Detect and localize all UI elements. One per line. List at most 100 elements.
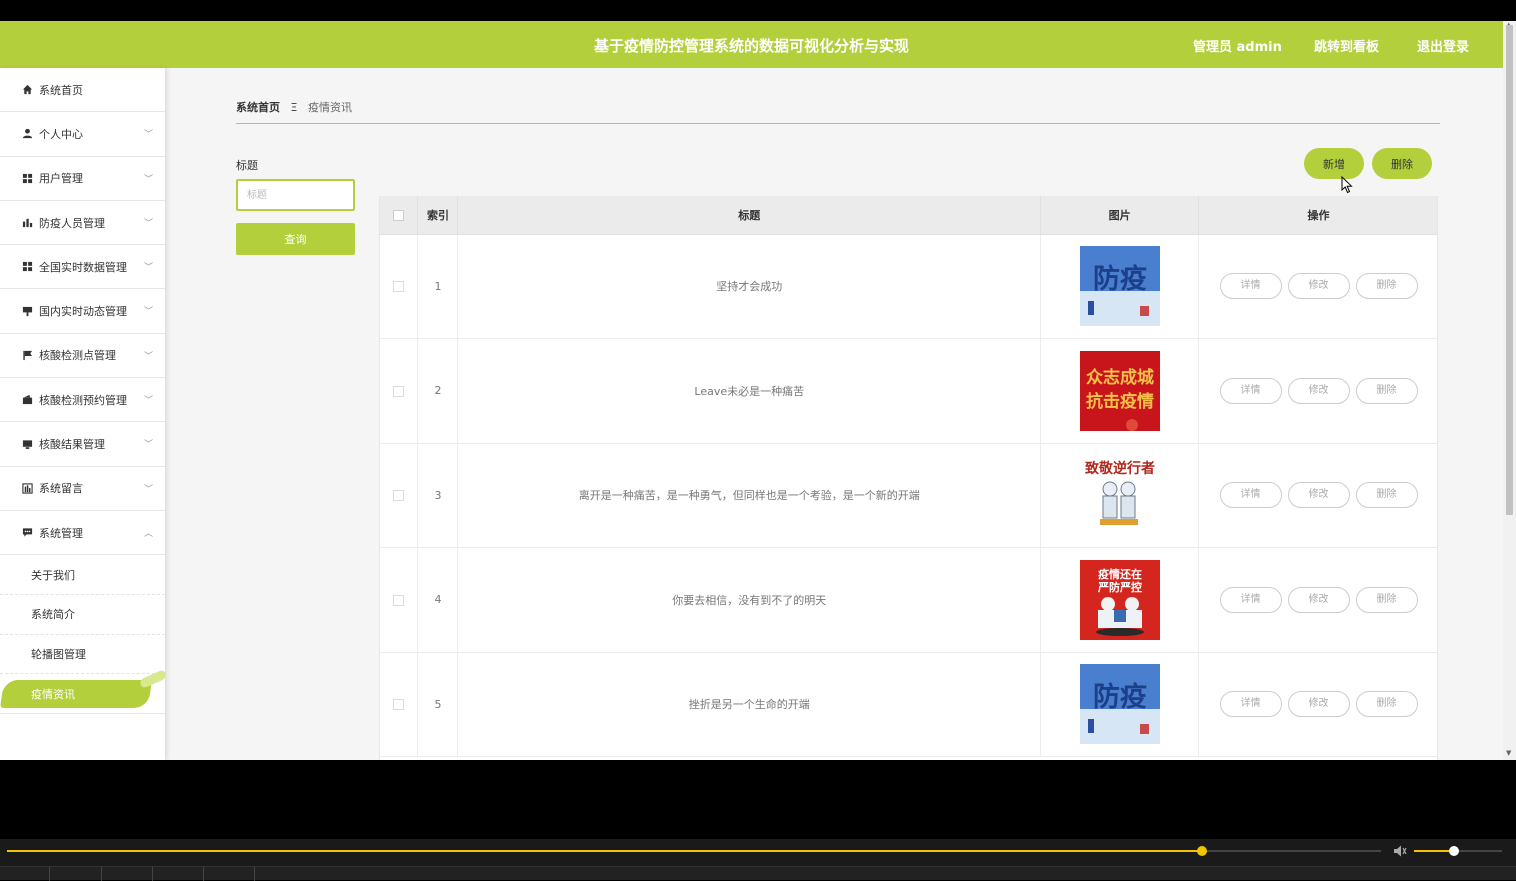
sidebar-item-test-booking[interactable]: 核酸检测预约管理 ﹀ <box>0 378 165 423</box>
scroll-down-icon[interactable]: ▼ <box>1506 749 1511 757</box>
add-button[interactable]: 新增 <box>1304 148 1364 179</box>
row-checkbox[interactable] <box>393 490 405 502</box>
sidebar-item-messages[interactable]: 系统留言 ﹀ <box>0 467 165 511</box>
detail-button[interactable]: 详情 <box>1219 273 1282 300</box>
browser-viewport: 基于疫情防控管理系统的数据可视化分析与实现 管理员 admin 跳转到看板 退出… <box>0 21 1516 760</box>
detail-button[interactable]: 详情 <box>1219 482 1282 509</box>
chevron-down-icon: ﹀ <box>143 174 153 185</box>
sidebar-sub-about[interactable]: 关于我们 <box>0 555 165 595</box>
sidebar-sub-label: 关于我们 <box>31 568 75 582</box>
image-caption: 严防严控 <box>1097 580 1142 594</box>
select-all-checkbox[interactable] <box>393 209 405 221</box>
image-caption: 抗击疫情 <box>1086 391 1154 412</box>
sidebar-sub-carousel[interactable]: 轮播图管理 <box>0 635 165 675</box>
sidebar-item-home[interactable]: 系统首页 <box>0 68 165 113</box>
zhijing-nixingzhe-poster-image[interactable]: 致敬逆行者 <box>1079 455 1160 536</box>
edit-button[interactable]: 修改 <box>1287 586 1350 613</box>
row-actions-cell: 详情 修改 删除 <box>1198 234 1437 339</box>
row-checkbox[interactable] <box>393 594 405 606</box>
search-label: 标题 <box>236 159 258 172</box>
volume-icon[interactable] <box>1392 843 1408 859</box>
admin-label[interactable]: 管理员 admin <box>1193 36 1282 55</box>
edit-button[interactable]: 修改 <box>1287 377 1350 404</box>
sidebar-item-label: 系统首页 <box>39 83 83 97</box>
edit-button[interactable]: 修改 <box>1287 691 1350 718</box>
row-checkbox[interactable] <box>393 699 405 711</box>
search-button[interactable]: 查询 <box>236 223 355 255</box>
sidebar-item-domestic-dynamics[interactable]: 国内实时动态管理 ﹀ <box>0 289 165 334</box>
chevron-down-icon: ﹀ <box>143 440 153 451</box>
grid-icon <box>21 261 33 273</box>
delete-button[interactable]: 删除 <box>1355 691 1418 718</box>
sidebar-sub-intro[interactable]: 系统简介 <box>0 595 165 635</box>
sidebar-item-personal-center[interactable]: 个人中心 ﹀ <box>0 112 165 157</box>
scrollbar-thumb[interactable] <box>1506 25 1513 515</box>
logout-link[interactable]: 退出登录 <box>1417 36 1469 55</box>
row-checkbox[interactable] <box>393 385 405 397</box>
board-link[interactable]: 跳转到看板 <box>1314 36 1379 55</box>
sidebar-item-label: 核酸检测点管理 <box>39 349 116 363</box>
image-caption: 防疫 <box>1093 263 1147 295</box>
edit-button[interactable]: 修改 <box>1287 482 1350 509</box>
sidebar-item-staff-management[interactable]: 防疫人员管理 ﹀ <box>0 201 165 246</box>
row-actions-cell: 详情 修改 删除 <box>1198 443 1437 548</box>
delete-button[interactable]: 删除 <box>1355 377 1418 404</box>
top-header: 基于疫情防控管理系统的数据可视化分析与实现 管理员 admin 跳转到看板 退出… <box>0 21 1503 68</box>
sidebar-item-label: 全国实时数据管理 <box>39 260 127 274</box>
chevron-down-icon: ﹀ <box>143 396 153 407</box>
sidebar-sub-epidemic-news[interactable]: 疫情资讯 <box>0 674 165 715</box>
fangyi-poster-image[interactable]: 防疫 <box>1079 246 1160 327</box>
red-calligraphy-poster-image[interactable]: 众志成城 抗击疫情 <box>1079 350 1160 431</box>
fangyi-poster-image[interactable]: 防疫 <box>1079 664 1160 745</box>
sidebar-item-test-results[interactable]: 核酸结果管理 ﹀ <box>0 422 165 467</box>
search-input[interactable] <box>236 179 355 211</box>
row-title: 你要去相信，没有到不了的明天 <box>457 547 1042 653</box>
row-title: 坚持才会成功 <box>457 234 1042 339</box>
detail-button[interactable]: 详情 <box>1219 377 1282 404</box>
row-index: 4 <box>417 547 459 653</box>
row-index: 3 <box>417 443 459 548</box>
chevron-down-icon: ﹀ <box>143 130 153 141</box>
table-row: 1 坚持才会成功 防疫 详情 修改 删除 <box>380 234 1437 339</box>
delete-button[interactable]: 删除 <box>1355 586 1418 613</box>
main-content: 系统首页 Ξ 疫情资讯 标题 查询 新增 删除 索引 标题 图 <box>166 68 1503 760</box>
row-image-cell: 防疫 <box>1040 652 1200 757</box>
row-checkbox[interactable] <box>393 281 405 293</box>
row-select-cell <box>380 652 419 757</box>
chevron-up-icon: ︿ <box>143 528 153 539</box>
sidebar-item-national-data[interactable]: 全国实时数据管理 ﹀ <box>0 245 165 290</box>
news-table: 索引 标题 图片 操作 1 坚持才会成功 防疫 详情 修改 删除 2 Leave… <box>379 196 1438 760</box>
detail-button[interactable]: 详情 <box>1219 691 1282 718</box>
volume-handle[interactable] <box>1448 846 1459 856</box>
yiqing-haizai-poster-image[interactable]: 疫情还在 严防严控 <box>1079 559 1160 640</box>
delete-button[interactable]: 删除 <box>1355 482 1418 509</box>
bulk-delete-button[interactable]: 删除 <box>1372 148 1432 179</box>
seek-handle[interactable] <box>1197 846 1208 856</box>
sidebar-item-label: 个人中心 <box>39 127 83 141</box>
row-actions-cell: 详情 修改 删除 <box>1198 547 1437 653</box>
monitor-icon <box>21 438 33 450</box>
header-image: 图片 <box>1040 196 1200 235</box>
flag-icon <box>21 349 33 361</box>
table-header-row: 索引 标题 图片 操作 <box>380 196 1437 235</box>
row-select-cell <box>380 443 419 548</box>
volume-slider[interactable] <box>1414 846 1502 856</box>
row-title: Leave未必是一种痛苦 <box>457 338 1042 444</box>
taskbar-strip <box>0 866 1516 881</box>
breadcrumb-divider <box>236 123 1440 124</box>
sidebar-item-user-management[interactable]: 用户管理 ﹀ <box>0 157 165 201</box>
video-player-controls <box>0 839 1516 881</box>
breadcrumb-home[interactable]: 系统首页 <box>236 101 280 114</box>
sidebar-item-label: 系统留言 <box>39 482 83 496</box>
sign-icon <box>21 305 33 317</box>
edit-button[interactable]: 修改 <box>1287 273 1350 300</box>
sidebar-item-system-management[interactable]: 系统管理 ︿ <box>0 511 165 556</box>
sidebar: 系统首页 个人中心 ﹀ 用户管理 ﹀ 防疫人员管理 ﹀ 全国实时数据管理 ﹀ 国… <box>0 68 166 760</box>
detail-button[interactable]: 详情 <box>1219 586 1282 613</box>
delete-button[interactable]: 删除 <box>1355 273 1418 300</box>
select-all-cell[interactable] <box>380 196 419 235</box>
sidebar-item-test-site[interactable]: 核酸检测点管理 ﹀ <box>0 334 165 379</box>
vertical-scrollbar[interactable]: ▲ ▼ <box>1503 21 1516 760</box>
table-row: 2 Leave未必是一种痛苦 众志成城 抗击疫情 详情 修改 删除 <box>380 338 1437 444</box>
seek-bar[interactable] <box>7 846 1381 856</box>
